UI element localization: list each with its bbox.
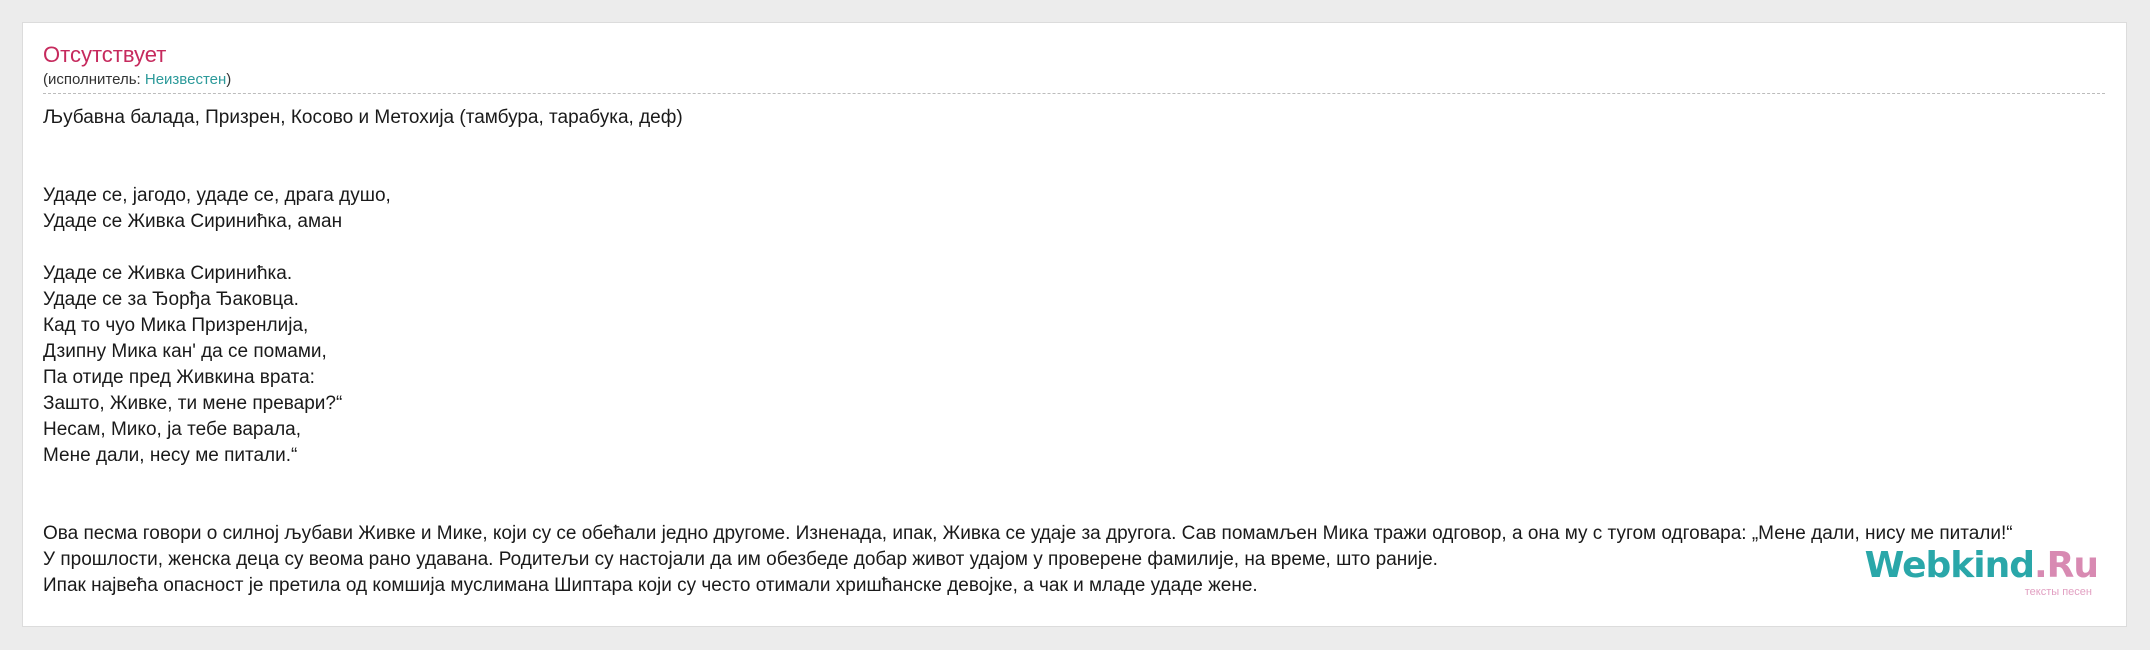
lyric-line: Удаде се за Ђорђа Ђаковца. xyxy=(43,289,299,310)
lyric-line: Па отиде пред Живкина врата: xyxy=(43,367,315,388)
lyric-line: Удаде се Живка Сириниħка, аман xyxy=(43,211,343,232)
lyric-line: Удаде се, јагодо, удаде се, драга душо, xyxy=(43,185,391,206)
song-title: Отсутствует xyxy=(43,42,167,67)
logo-suffix: .Ru xyxy=(2033,545,2099,586)
lyric-line: Мене дали, несу ме питали.“ xyxy=(43,445,298,466)
lyric-line: Дзипну Мика кан' да се помами, xyxy=(43,341,327,362)
performer-line: (исполнитель: Неизвестен) xyxy=(43,71,231,89)
note-line: Ова песма говори о силној љубави Живке и… xyxy=(43,523,2013,544)
lyric-line: Зашто, Живке, ти мене превари?“ xyxy=(43,393,343,414)
lyric-line: Несам, Мико, ја тебе варала, xyxy=(43,419,302,440)
webkind-logo[interactable]: Webkind.Ru тексты песен xyxy=(1865,546,2099,599)
song-subtitle: Љубавна балада, Призрен, Косово и Метохи… xyxy=(43,107,683,128)
logo-wordmark: Webkind.Ru xyxy=(1864,545,2099,586)
performer-prefix: (исполнитель: xyxy=(43,71,145,88)
logo-main-text: Webkind xyxy=(1864,545,2035,586)
note-line: У прошлости, женска деца су веома рано у… xyxy=(43,549,1438,570)
note-line: Ипак највећа опасност је претила од комш… xyxy=(43,575,1258,596)
lyrics-card: Отсутствует (исполнитель: Неизвестен) Љу… xyxy=(22,22,2127,627)
lyric-line: Удаде се Живка Сириниħка. xyxy=(43,263,293,284)
lyrics-content: Љубавна балада, Призрен, Косово и Метохи… xyxy=(43,105,2126,599)
performer-suffix: ) xyxy=(226,71,232,88)
logo-tagline: тексты песен xyxy=(2024,586,2092,598)
song-header: Отсутствует (исполнитель: Неизвестен) xyxy=(43,41,2105,94)
performer-link[interactable]: Неизвестен xyxy=(145,71,226,88)
lyric-line: Кад то чуо Мика Призренлија, xyxy=(43,315,309,336)
